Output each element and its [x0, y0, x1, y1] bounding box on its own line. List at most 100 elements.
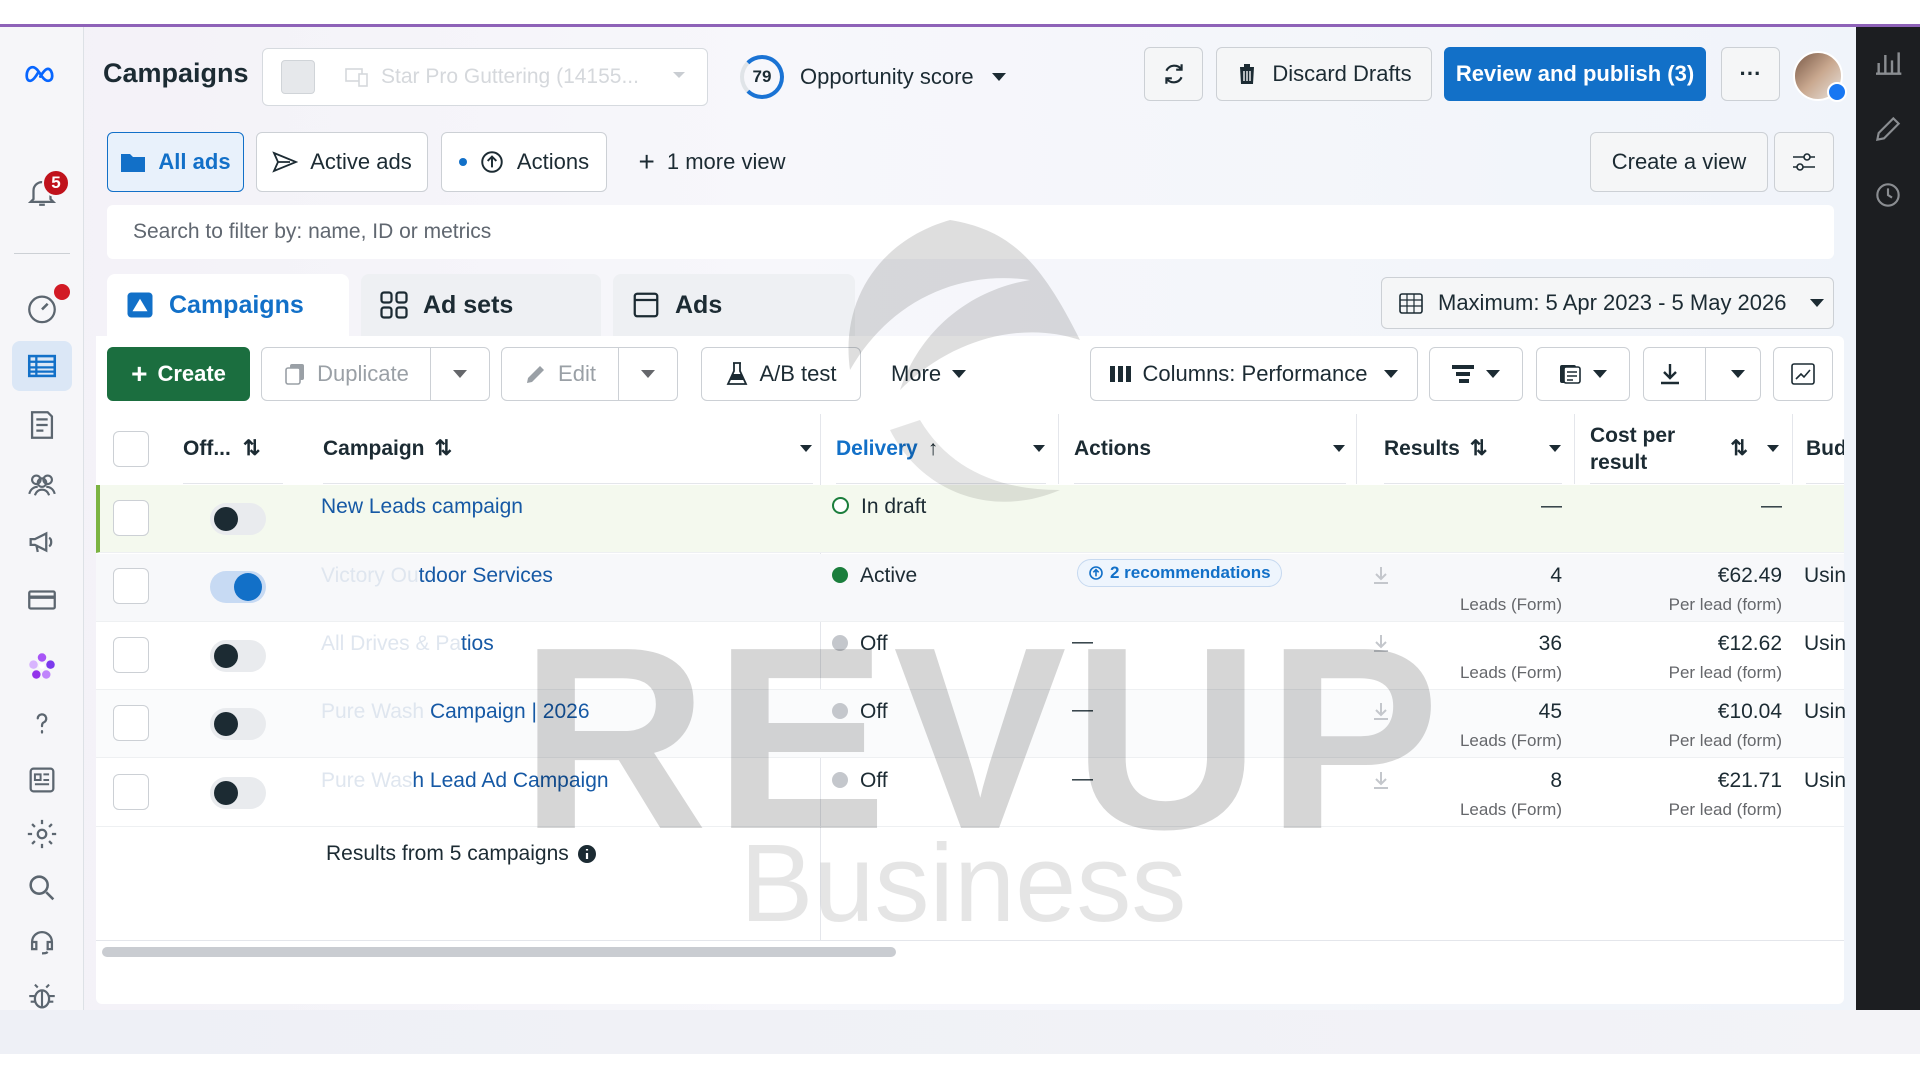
flower-icon[interactable] [12, 641, 72, 691]
duplicate-button[interactable]: Duplicate [261, 347, 431, 401]
campaign-name-link[interactable]: Victory Outdoor Services [321, 564, 553, 588]
columns-button[interactable]: Columns: Performance [1090, 347, 1418, 401]
select-all-checkbox[interactable] [113, 431, 149, 467]
campaign-toggle[interactable] [210, 708, 266, 740]
breakdown-button[interactable] [1429, 347, 1523, 401]
view-tab-all-ads[interactable]: All ads [107, 132, 244, 192]
nav-divider [14, 253, 70, 254]
bug-icon[interactable] [12, 971, 72, 1021]
megaphone-icon[interactable] [12, 517, 72, 567]
results-type: Leads (Form) [1459, 800, 1562, 819]
more-views-button[interactable]: + 1 more view [628, 132, 796, 192]
campaign-name-link[interactable]: All Drives & Patios [321, 632, 494, 656]
pages-icon[interactable] [12, 400, 72, 450]
campaign-name-link[interactable]: Pure Wash Lead Ad Campaign [321, 769, 609, 793]
edit-dropdown[interactable] [618, 347, 678, 401]
export-button[interactable] [1643, 347, 1761, 401]
help-icon[interactable] [12, 699, 72, 749]
row-checkbox[interactable] [113, 637, 149, 673]
account-selector[interactable]: Star Pro Guttering (14155... [262, 48, 708, 106]
campaign-name-link[interactable]: Pure Wash Campaign | 2026 [321, 700, 590, 724]
create-button[interactable]: + Create [107, 347, 250, 401]
row-checkbox[interactable] [113, 705, 149, 741]
review-publish-button[interactable]: Review and publish (3) [1444, 47, 1706, 101]
ab-test-button[interactable]: A/B test [701, 347, 861, 401]
date-range-picker[interactable]: Maximum: 5 Apr 2023 - 5 May 2026 [1381, 277, 1834, 329]
campaign-name-link[interactable]: New Leads campaign [321, 495, 523, 519]
duplicate-icon [285, 364, 305, 385]
column-divider [1574, 414, 1575, 484]
download-icon[interactable] [1372, 770, 1390, 790]
filter-search-input[interactable]: Search to filter by: name, ID or metrics [107, 205, 1834, 259]
campaign-name: tdoor Services [418, 564, 553, 587]
campaign-name: h Lead Ad Campaign [412, 769, 609, 792]
create-view-button[interactable]: Create a view [1590, 132, 1768, 192]
duplicate-dropdown[interactable] [430, 347, 490, 401]
campaign-toggle[interactable] [210, 640, 266, 672]
facebook-badge-icon [1827, 82, 1847, 102]
column-header-campaign[interactable]: Campaign ⇅ [323, 414, 813, 484]
delivery-status: Off [832, 769, 888, 793]
audiences-icon[interactable] [12, 459, 72, 509]
reports-button[interactable] [1536, 347, 1630, 401]
billing-card-icon[interactable] [12, 575, 72, 625]
recommendations-badge[interactable]: 2 recommendations [1077, 559, 1282, 587]
bar-chart-icon[interactable] [1872, 47, 1904, 79]
campaign-name-faded: Pure Wash [321, 700, 430, 723]
search-icon[interactable] [12, 863, 72, 913]
refresh-button[interactable] [1144, 47, 1203, 101]
campaign-toggle[interactable] [210, 777, 266, 809]
campaign-toggle[interactable] [210, 503, 266, 535]
delivery-label: Off [860, 632, 888, 655]
trash-icon [1238, 64, 1257, 84]
caret-down-icon [1730, 370, 1745, 378]
row-checkbox[interactable] [113, 568, 149, 604]
horizontal-scrollbar[interactable] [102, 947, 896, 957]
caret-down-icon [1593, 370, 1607, 378]
news-icon[interactable] [12, 755, 72, 805]
chevron-down-icon [673, 72, 685, 78]
caret-down-icon [1384, 370, 1399, 378]
row-checkbox[interactable] [113, 774, 149, 810]
view-tab-active-ads[interactable]: Active ads [256, 132, 428, 192]
tab-ad-sets[interactable]: Ad sets [361, 274, 601, 336]
support-headset-icon[interactable] [12, 917, 72, 967]
column-header-delivery[interactable]: Delivery ↑ [836, 414, 1046, 484]
view-settings-button[interactable] [1774, 132, 1834, 192]
download-icon[interactable] [1372, 633, 1390, 653]
column-header-cost-per-result[interactable]: Cost per result ⇅ [1590, 414, 1780, 484]
notification-badge: 5 [42, 169, 70, 197]
campaign-toggle[interactable] [210, 571, 266, 603]
pencil-icon[interactable] [1872, 113, 1904, 145]
clock-icon[interactable] [1872, 179, 1904, 211]
download-icon[interactable] [1372, 701, 1390, 721]
columns-icon [1109, 366, 1131, 382]
download-icon[interactable] [1372, 565, 1390, 585]
meta-logo-icon[interactable] [12, 49, 72, 99]
sort-icon: ⇅ [242, 437, 261, 460]
column-header-off[interactable]: Off... ⇅ [183, 414, 283, 484]
tab-ads[interactable]: Ads [613, 274, 855, 336]
discard-drafts-button[interactable]: Discard Drafts [1216, 47, 1432, 101]
column-header-results[interactable]: Results ⇅ [1384, 414, 1562, 484]
more-button[interactable]: More [874, 347, 984, 401]
tab-ads-label: Ads [675, 290, 723, 319]
action-arrow-icon [481, 151, 503, 173]
charts-button[interactable] [1773, 347, 1833, 401]
tab-campaigns[interactable]: Campaigns [107, 274, 349, 336]
column-header-delivery-label: Delivery [836, 436, 918, 460]
discard-drafts-label: Discard Drafts [1272, 61, 1412, 86]
unread-dot [458, 158, 467, 166]
column-header-actions[interactable]: Actions [1074, 414, 1346, 484]
more-options-button[interactable]: ··· [1721, 47, 1780, 101]
view-tab-actions[interactable]: Actions [441, 132, 607, 192]
column-header-budget[interactable]: Bud [1806, 414, 1844, 484]
edit-button[interactable]: Edit [501, 347, 619, 401]
opportunity-score[interactable]: 79 Opportunity score [740, 55, 1008, 99]
sort-icon: ⇅ [1469, 437, 1488, 460]
info-icon[interactable] [577, 844, 597, 864]
table-icon[interactable] [12, 341, 72, 391]
gear-icon[interactable] [12, 809, 72, 859]
delivery-label: Active [860, 564, 918, 587]
row-checkbox[interactable] [113, 500, 149, 536]
